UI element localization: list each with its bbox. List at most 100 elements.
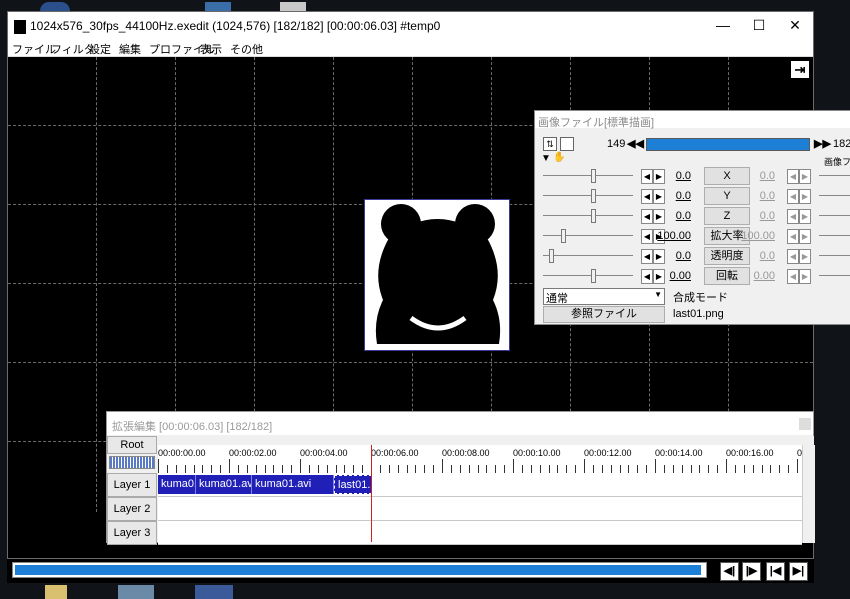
layer-track-3[interactable] <box>158 521 802 545</box>
menu-edit[interactable]: 編集 <box>119 41 141 57</box>
panel-toggle-button[interactable]: ⇥ <box>791 61 809 78</box>
clip-kuma01-avi[interactable]: kuma01.avi <box>196 475 252 494</box>
param-value[interactable]: 0.00 <box>655 270 691 282</box>
right-arrow-icon[interactable]: ▶ <box>799 269 811 284</box>
maximize-button[interactable]: ☐ <box>741 12 777 39</box>
ref-file-button[interactable]: 参照ファイル <box>543 306 665 323</box>
collapse-icon[interactable]: ▼ <box>541 153 551 164</box>
param-value-end[interactable]: 0.0 <box>739 190 775 202</box>
param-slider-track[interactable] <box>543 175 633 176</box>
ruler-tick <box>202 465 204 473</box>
layer-track-2[interactable] <box>158 497 802 521</box>
left-arrow-icon[interactable]: ◀ <box>787 209 799 224</box>
param-slider-track[interactable] <box>543 275 633 276</box>
close-icon[interactable] <box>799 418 811 430</box>
param-value-end[interactable]: 0.0 <box>739 170 775 182</box>
close-button[interactable]: ✕ <box>777 12 813 39</box>
playhead[interactable] <box>371 445 372 542</box>
copy-icon[interactable] <box>560 137 574 151</box>
right-arrow-icon[interactable]: ▶ <box>799 189 811 204</box>
split-icon[interactable]: ⇅ <box>543 137 557 151</box>
left-arrow-icon[interactable]: ◀ <box>787 269 799 284</box>
param-slider-knob[interactable] <box>591 209 596 223</box>
ruler-tick <box>175 465 177 473</box>
param-value[interactable]: 0.0 <box>655 210 691 222</box>
bear-image-object[interactable] <box>364 199 510 351</box>
to-start-button[interactable]: |◀ <box>766 562 785 581</box>
param-slider-knob[interactable] <box>549 249 554 263</box>
prev-frame-button[interactable]: ◀| <box>720 562 739 581</box>
desktop-icon[interactable] <box>118 585 154 599</box>
left-arrow-icon[interactable]: ◀ <box>641 269 653 284</box>
menu-settings[interactable]: 設定 <box>89 41 111 57</box>
param-slider-track[interactable] <box>543 215 633 216</box>
left-arrow-icon[interactable]: ◀ <box>641 249 653 264</box>
left-arrow-icon[interactable]: ◀ <box>641 209 653 224</box>
ruler-tick <box>486 465 488 473</box>
to-end-button[interactable]: ▶| <box>789 562 808 581</box>
ruler-tick <box>726 459 727 473</box>
desktop-icon[interactable] <box>280 2 306 11</box>
hand-icon[interactable]: ✋ <box>553 152 565 163</box>
param-slider-track[interactable] <box>543 255 633 256</box>
param-slider-knob[interactable] <box>591 169 596 183</box>
left-arrow-icon[interactable]: ◀ <box>787 189 799 204</box>
right-arrow-icon[interactable]: ▶ <box>799 249 811 264</box>
param-slider-track[interactable] <box>543 195 633 196</box>
desktop-icon[interactable] <box>45 585 67 599</box>
root-button[interactable]: Root <box>107 436 157 454</box>
param-value-end[interactable]: 100.00 <box>739 230 775 242</box>
param-value-end[interactable]: 0.0 <box>739 250 775 262</box>
minimize-button[interactable]: — <box>705 12 741 39</box>
vertical-scrollbar[interactable] <box>802 445 815 543</box>
right-arrow-icon[interactable]: ▶ <box>799 169 811 184</box>
next-frame-button[interactable]: |▶ <box>742 562 761 581</box>
param-value[interactable]: 0.0 <box>655 170 691 182</box>
layer-label-2[interactable]: Layer 2 <box>107 497 157 521</box>
blend-mode-select[interactable]: 通常 ▼ <box>543 288 665 305</box>
left-arrow-icon[interactable]: ◀ <box>641 229 653 244</box>
param-value[interactable]: 0.0 <box>655 190 691 202</box>
seek-bar[interactable] <box>12 562 707 578</box>
left-arrow-icon[interactable]: ◀ <box>641 169 653 184</box>
menu-file[interactable]: ファイル <box>12 41 56 57</box>
param-slider-track[interactable] <box>819 275 850 276</box>
param-slider-knob[interactable] <box>561 229 566 243</box>
left-arrow-icon[interactable]: ◀ <box>787 229 799 244</box>
desktop-icon[interactable] <box>195 585 233 599</box>
param-value-end[interactable]: 0.0 <box>739 210 775 222</box>
clip-kuma01-avi[interactable]: kuma01.avi <box>252 475 334 494</box>
desktop-icon[interactable] <box>40 2 70 11</box>
time-ruler[interactable]: 00:00:00.00 00:00:02.00 00:00:04.00 00:00:0… <box>158 445 815 473</box>
desktop-icon[interactable] <box>205 2 231 11</box>
param-slider-track[interactable] <box>819 255 850 256</box>
layer-label-1[interactable]: Layer 1 <box>107 473 157 497</box>
right-arrow-icon[interactable]: ▶ <box>799 209 811 224</box>
param-slider-track[interactable] <box>819 235 850 236</box>
panel-title: 画像ファイル[標準描画] <box>538 117 655 129</box>
layer-label-3[interactable]: Layer 3 <box>107 521 157 545</box>
param-slider-track[interactable] <box>819 175 850 176</box>
zoom-scale-icon[interactable] <box>109 456 155 469</box>
left-arrow-icon[interactable]: ◀ <box>787 249 799 264</box>
frame-range-bar[interactable] <box>646 138 810 151</box>
menu-other[interactable]: その他 <box>230 41 263 57</box>
param-slider-knob[interactable] <box>591 189 596 203</box>
menu-view[interactable]: 表示 <box>200 41 222 57</box>
left-arrow-icon[interactable]: ◀ <box>641 189 653 204</box>
param-value[interactable]: 100.00 <box>655 230 691 242</box>
param-value-end[interactable]: 0.00 <box>739 270 775 282</box>
clip-kuma01[interactable]: kuma01 <box>158 475 196 494</box>
layer-track-1[interactable]: kuma01 kuma01.avi kuma01.avi last01.pn <box>158 473 802 497</box>
right-arrow-icon[interactable]: ▶ <box>799 229 811 244</box>
rewind-icon[interactable]: ◀◀ <box>627 137 644 150</box>
param-value[interactable]: 0.0 <box>655 250 691 262</box>
clip-last01[interactable]: last01.pn <box>334 475 372 494</box>
param-slider-knob[interactable] <box>591 269 596 283</box>
left-arrow-icon[interactable]: ◀ <box>787 169 799 184</box>
param-slider-track[interactable] <box>819 215 850 216</box>
ruler-tick <box>628 465 630 473</box>
forward-icon[interactable]: ▶▶ <box>814 137 831 150</box>
param-slider-track[interactable] <box>543 235 633 236</box>
param-slider-track[interactable] <box>819 195 850 196</box>
